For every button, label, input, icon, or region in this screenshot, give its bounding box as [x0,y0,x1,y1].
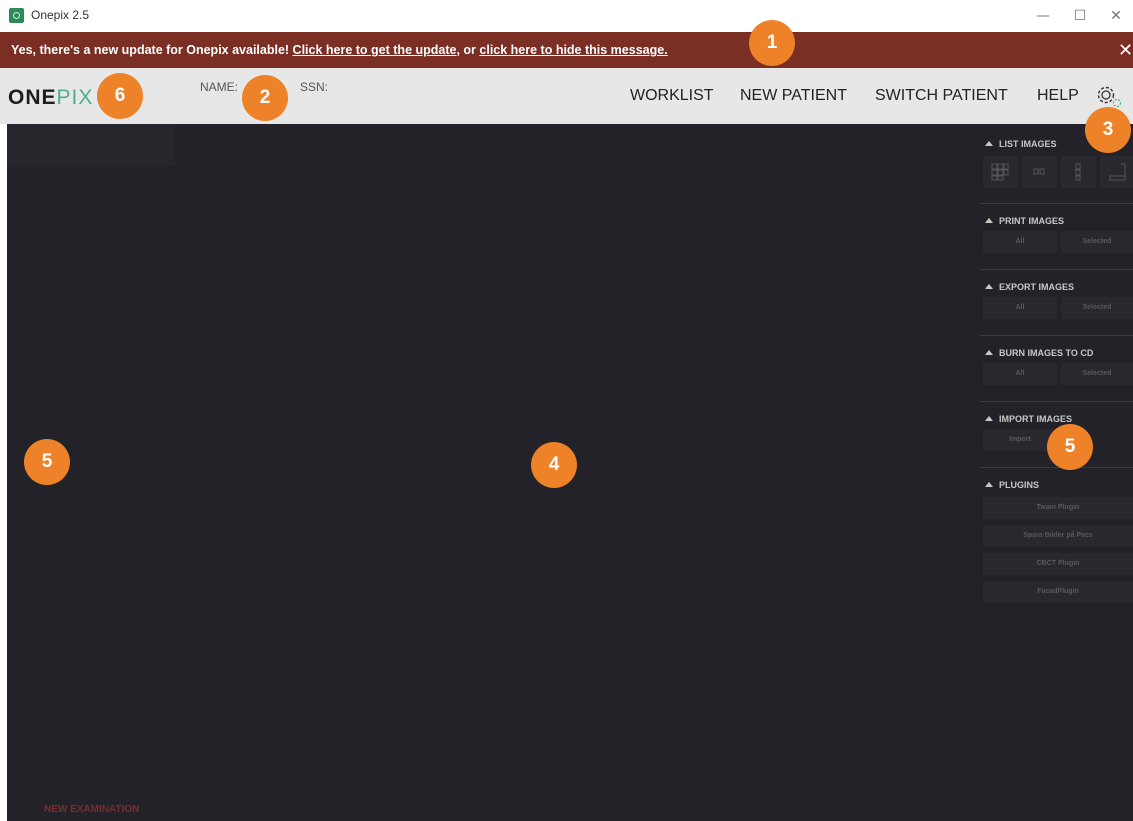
section-divider [980,467,1133,468]
title-bar: Onepix 2.5 — ☐ ✕ [0,0,1133,32]
list-images-label: LIST IMAGES [999,139,1057,149]
collapse-triangle-icon [985,416,993,421]
section-divider [980,203,1133,204]
patient-name-label: NAME: [200,80,239,94]
callout-6: 6 [97,73,143,119]
banner-middle-text: , or [456,43,480,57]
app-header: ONEPIX NAME: SSN: WORKLIST NEW PATIENT S… [0,68,1133,124]
stack-view-icon[interactable] [1100,156,1133,188]
twain-plugin-button[interactable]: Twain Plugin [983,497,1133,519]
hide-message-link[interactable]: click here to hide this message. [479,43,667,57]
print-images-title[interactable]: PRINT IMAGES [985,216,1064,226]
import-button[interactable]: Import [983,429,1057,451]
plugins-label: PLUGINS [999,480,1040,490]
pacs-plugin-button[interactable]: Spara Bilder på Pacs [983,525,1133,547]
section-divider [980,335,1133,336]
print-selected-button[interactable]: Selected [1061,231,1133,253]
collapse-triangle-icon [985,482,993,487]
section-divider [980,401,1133,402]
minimize-button[interactable]: — [1028,4,1058,28]
export-images-label: EXPORT IMAGES [999,282,1075,292]
app-icon [9,8,24,23]
callout-5-left: 5 [24,439,70,485]
print-all-button[interactable]: All [983,231,1057,253]
export-images-title[interactable]: EXPORT IMAGES [985,282,1074,292]
section-divider [980,269,1133,270]
cbct-plugin-button[interactable]: CBCT Plugin [983,553,1133,575]
callout-3: 3 [1085,107,1131,153]
nav-switch-patient[interactable]: SWITCH PATIENT [875,87,1008,105]
callout-5-right: 5 [1047,424,1093,470]
collapse-triangle-icon [985,284,993,289]
grid-view-icon[interactable] [983,156,1018,188]
nav-worklist[interactable]: WORKLIST [630,87,714,105]
close-banner-icon[interactable]: ✕ [1118,40,1133,61]
burn-images-title[interactable]: BURN IMAGES TO CD [985,348,1093,358]
facad-plugin-button[interactable]: FacadPlugin [983,581,1133,603]
window-title: Onepix 2.5 [31,8,90,22]
export-all-button[interactable]: All [983,297,1057,319]
collapse-triangle-icon [985,218,993,223]
nav-help[interactable]: HELP [1037,87,1079,105]
collapse-triangle-icon [985,350,993,355]
film-strip-icon[interactable] [1022,156,1057,188]
logo-one: ONE [8,86,57,109]
update-banner-text: Yes, there's a new update for Onepix ava… [11,43,668,57]
examination-panel-header [7,124,175,166]
callout-1: 1 [749,20,795,66]
get-update-link[interactable]: Click here to get the update [293,43,457,57]
print-images-label: PRINT IMAGES [999,216,1065,226]
vertical-list-icon[interactable] [1061,156,1096,188]
burn-all-button[interactable]: All [983,363,1057,385]
burn-images-label: BURN IMAGES TO CD [999,348,1094,358]
maximize-button[interactable]: ☐ [1065,4,1095,28]
banner-prefix-text: Yes, there's a new update for Onepix ava… [11,43,293,57]
collapse-triangle-icon [985,141,993,146]
burn-selected-button[interactable]: Selected [1061,363,1133,385]
close-window-button[interactable]: ✕ [1101,4,1131,28]
patient-ssn-label: SSN: [300,80,329,94]
update-banner: Yes, there's a new update for Onepix ava… [0,32,1133,68]
list-images-title[interactable]: LIST IMAGES [985,139,1057,149]
callout-2: 2 [242,75,288,121]
plugins-title[interactable]: PLUGINS [985,480,1039,490]
export-selected-button[interactable]: Selected [1061,297,1133,319]
onepix-logo: ONEPIX [8,86,93,110]
import-images-label: IMPORT IMAGES [999,414,1073,424]
callout-4: 4 [531,442,577,488]
import-images-title[interactable]: IMPORT IMAGES [985,414,1072,424]
new-examination-button[interactable]: NEW EXAMINATION [44,804,139,815]
logo-pix: PIX [56,86,94,109]
nav-new-patient[interactable]: NEW PATIENT [740,87,847,105]
